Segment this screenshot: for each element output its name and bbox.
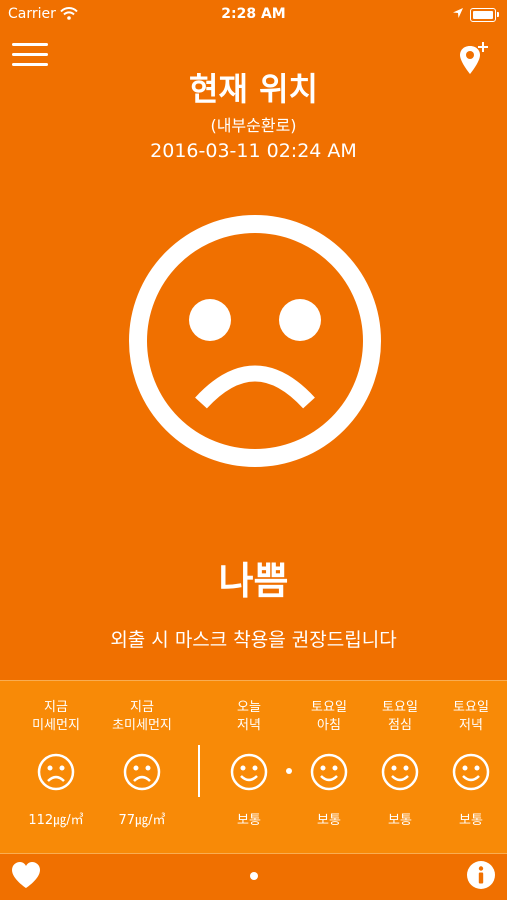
- forecast-value: 보통: [317, 813, 341, 828]
- forecast-item-sat-evening: 토요일저녁 보통: [431, 699, 507, 828]
- smile-face-icon: [310, 753, 348, 791]
- forecast-dot-separator: [286, 768, 292, 774]
- forecast-item-sat-noon: 토요일점심 보통: [360, 699, 440, 828]
- forecast-label: 토요일: [311, 700, 347, 715]
- sad-face-icon: [37, 753, 75, 791]
- forecast-label: 미세먼지: [32, 718, 80, 733]
- forecast-label: 아침: [317, 718, 341, 733]
- forecast-value: 112㎍/㎥: [28, 813, 84, 828]
- status-bar: Carrier 2:28 AM: [0, 0, 507, 28]
- page-title: 현재 위치: [189, 70, 318, 108]
- forecast-label: 토요일: [382, 700, 418, 715]
- forecast-label: 지금: [44, 700, 68, 715]
- forecast-value: 77㎍/㎥: [118, 813, 166, 828]
- status-time: 2:28 AM: [221, 6, 286, 22]
- forecast-item-today-evening: 오늘저녁 보통: [209, 699, 289, 828]
- heart-icon: [12, 862, 40, 888]
- smile-face-icon: [452, 753, 490, 791]
- advice-text: 외출 시 마스크 착용을 권장드립니다: [110, 629, 397, 651]
- battery-icon: [470, 8, 499, 22]
- sad-face-icon: [129, 215, 381, 467]
- forecast-label: 점심: [388, 718, 412, 733]
- smile-face-icon: [230, 753, 268, 791]
- forecast-item-sat-morning: 토요일아침 보통: [289, 699, 369, 828]
- measurement-timestamp: 2016-03-11 02:24 AM: [150, 140, 357, 162]
- forecast-panel: 지금미세먼지 112㎍/㎥ 지금초미세먼지 77㎍/㎥ 오늘저녁 보통 토요일아…: [0, 680, 507, 854]
- forecast-value: 보통: [237, 813, 261, 828]
- favorite-button[interactable]: [10, 860, 42, 890]
- air-quality-status: 나쁨: [218, 559, 289, 603]
- forecast-label: 지금: [130, 700, 154, 715]
- forecast-item-now-pm25: 지금초미세먼지 77㎍/㎥: [102, 699, 182, 828]
- forecast-label: 저녁: [237, 718, 261, 733]
- smile-face-icon: [381, 753, 419, 791]
- forecast-divider: [198, 745, 200, 797]
- sad-face-icon: [123, 753, 161, 791]
- forecast-label: 초미세먼지: [112, 718, 172, 733]
- forecast-item-now-pm10: 지금미세먼지 112㎍/㎥: [16, 699, 96, 828]
- forecast-label: 저녁: [459, 718, 483, 733]
- page-indicator: [250, 872, 258, 880]
- forecast-label: 오늘: [237, 700, 261, 715]
- forecast-value: 보통: [459, 813, 483, 828]
- location-subtitle: (내부순환로): [210, 116, 297, 135]
- info-icon: [467, 861, 495, 889]
- info-button[interactable]: [466, 860, 496, 890]
- location-arrow-icon: [452, 7, 464, 23]
- forecast-value: 보통: [388, 813, 412, 828]
- forecast-label: 토요일: [453, 700, 489, 715]
